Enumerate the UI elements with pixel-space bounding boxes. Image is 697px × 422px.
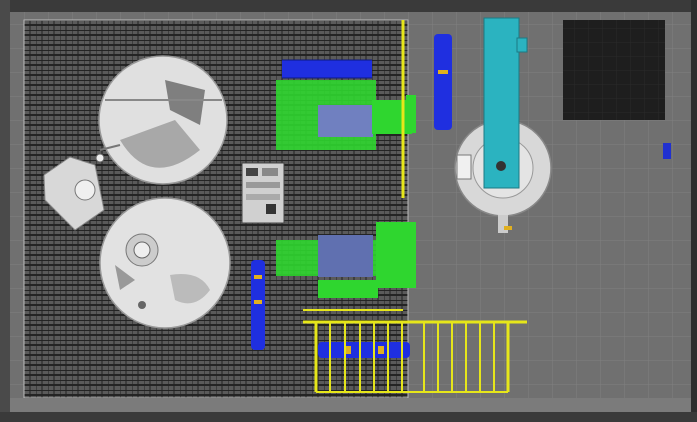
3d-viewport[interactable] xyxy=(0,0,697,422)
motor-vertical-left[interactable] xyxy=(251,260,265,350)
floor-edge-band xyxy=(10,398,691,412)
wall-sign-icon xyxy=(663,143,671,159)
control-panel[interactable] xyxy=(241,162,285,224)
plant-scene[interactable] xyxy=(0,0,697,422)
motor-vertical-top[interactable] xyxy=(434,34,452,130)
dark-equipment-panel[interactable] xyxy=(563,20,665,120)
vessel-bottom[interactable] xyxy=(99,197,231,329)
motor-horizontal-bottom[interactable] xyxy=(318,342,410,358)
